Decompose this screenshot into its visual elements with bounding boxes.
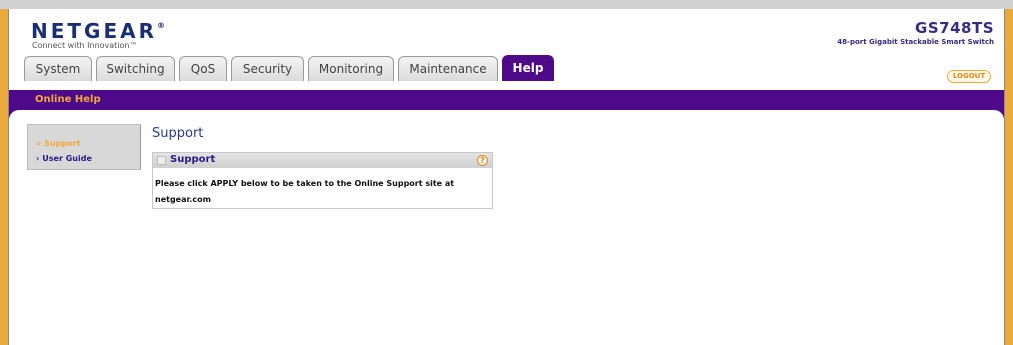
chevron-right-icon: ›: [36, 154, 40, 163]
support-instructions: Please click APPLY below to be taken to …: [155, 179, 455, 204]
tab-help[interactable]: Help: [502, 55, 554, 81]
sidebar-item-label: Support: [44, 139, 81, 148]
tab-switching[interactable]: Switching: [96, 56, 175, 81]
model-name: GS748TS: [915, 19, 994, 37]
subnav-online-help[interactable]: Online Help: [35, 94, 101, 105]
netgear-logo: NETGEAR®: [31, 19, 165, 43]
support-panel: Support ? Please click APPLY below to be…: [152, 152, 493, 209]
panel-title: Support: [170, 154, 216, 165]
tab-maintenance[interactable]: Maintenance: [398, 56, 498, 81]
panel-header: Support ?: [153, 153, 492, 168]
window-top-border: [0, 0, 1013, 9]
sidebar-item-label: User Guide: [42, 154, 92, 163]
page-title: Support: [152, 126, 204, 141]
tab-security[interactable]: Security: [231, 56, 304, 81]
brand-name: NETGEAR: [31, 19, 157, 43]
chevron-double-right-icon: »: [36, 139, 42, 148]
tagline: Connect with Innovation™: [32, 41, 138, 50]
window-right-border: [1004, 9, 1013, 345]
brand-mark: ®: [157, 21, 165, 31]
window-left-border: [0, 9, 9, 345]
tab-monitoring[interactable]: Monitoring: [308, 56, 394, 81]
content-area: » Support › User Guide Support Support ? P…: [9, 110, 1004, 345]
tab-system[interactable]: System: [24, 56, 92, 81]
logout-button[interactable]: LOGOUT: [947, 70, 991, 83]
subnav-bar: Online Help: [9, 90, 1004, 110]
help-icon[interactable]: ?: [477, 155, 488, 166]
tab-qos[interactable]: QoS: [179, 56, 227, 81]
sidebar-item-support[interactable]: » Support: [36, 139, 80, 148]
sidebar-item-user-guide[interactable]: › User Guide: [36, 154, 92, 163]
panel-collapse-icon[interactable]: [157, 156, 166, 165]
model-description: 48-port Gigabit Stackable Smart Switch: [837, 38, 994, 46]
sidebar: » Support › User Guide: [27, 124, 141, 170]
